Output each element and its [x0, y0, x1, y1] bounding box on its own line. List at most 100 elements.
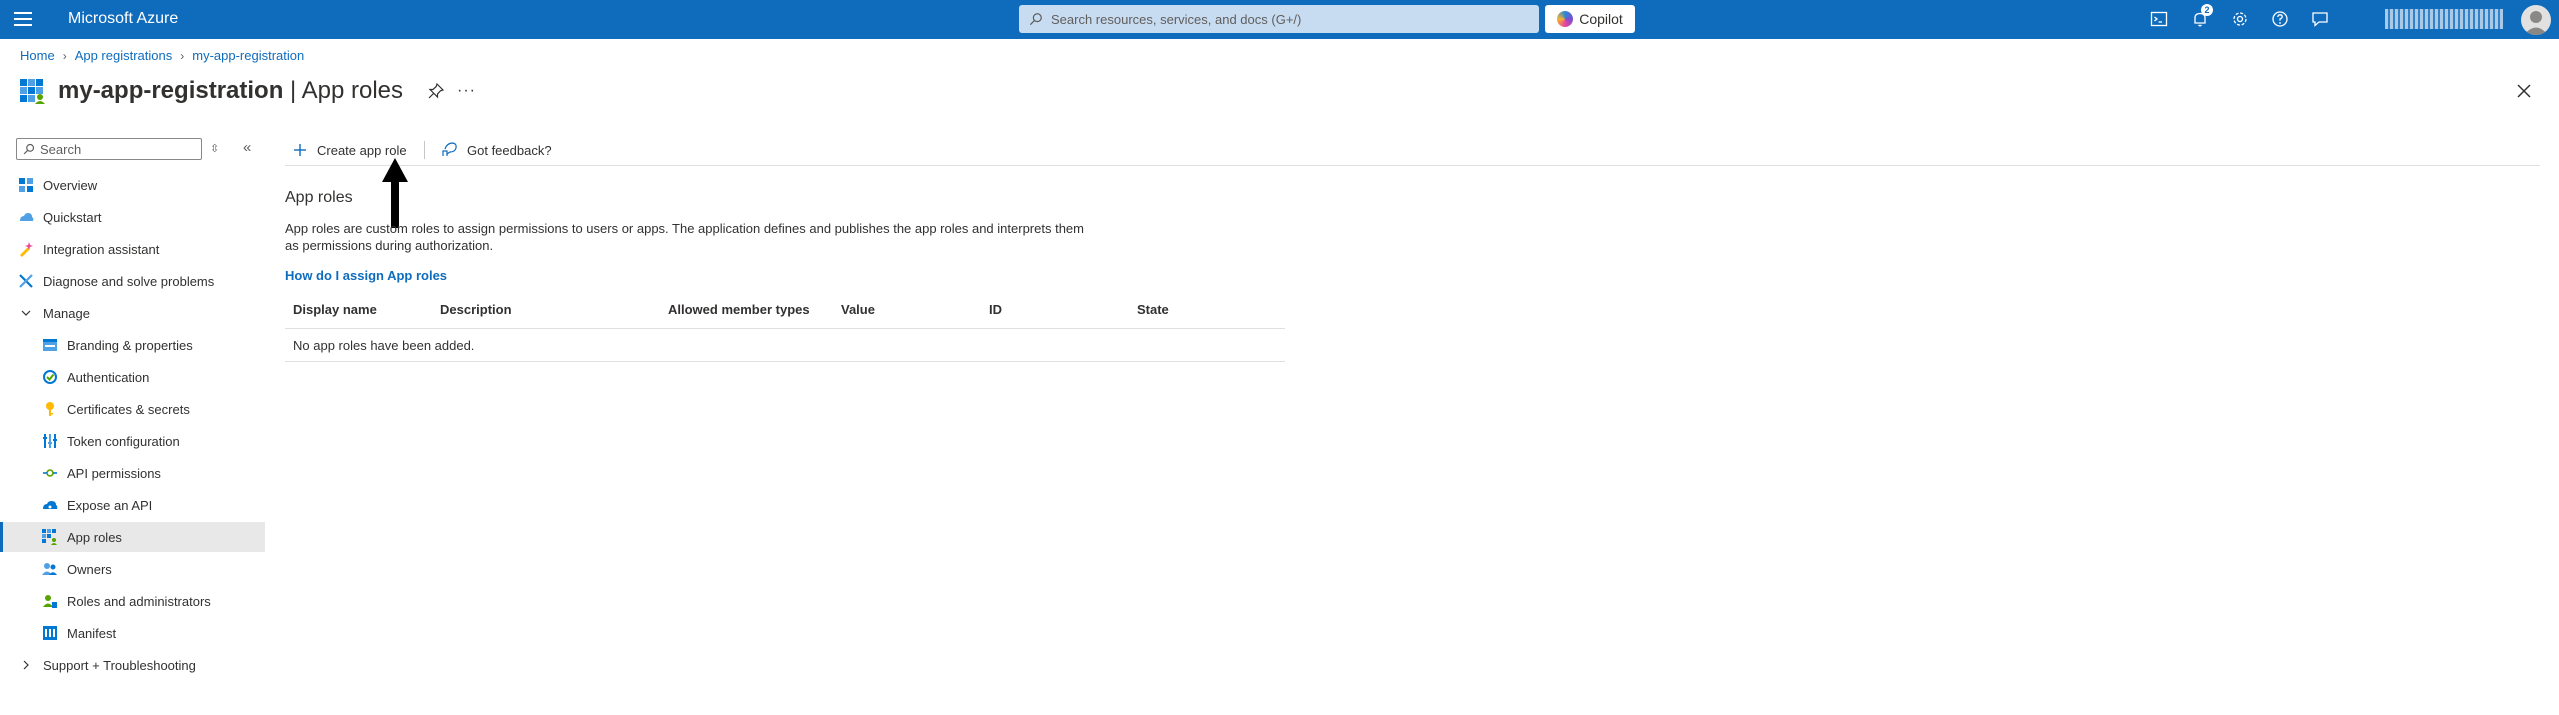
page-title: my-app-registration | App roles — [58, 77, 403, 105]
blade-name: App roles — [301, 77, 404, 104]
sidebar-item-label: Support + Troubleshooting — [43, 657, 196, 673]
column-header[interactable]: Display name — [293, 302, 377, 317]
sidebar-item-branding[interactable]: Branding & properties — [0, 330, 265, 360]
sidebar-item-integration-assistant[interactable]: Integration assistant — [0, 234, 265, 264]
sidebar-item-label: Authentication — [67, 369, 150, 385]
column-header[interactable]: ID — [989, 302, 1002, 317]
copilot-label: Copilot — [1579, 11, 1623, 27]
help-link[interactable]: How do I assign App roles — [285, 268, 447, 283]
search-icon — [23, 143, 35, 155]
add-icon — [291, 141, 309, 159]
owners-icon — [42, 561, 58, 577]
close-icon[interactable] — [2513, 80, 2535, 102]
sidebar-item-quickstart[interactable]: Quickstart — [0, 202, 265, 232]
sidebar-item-label: API permissions — [67, 465, 161, 481]
sidebar-item-label: Overview — [43, 177, 98, 193]
app-roles-icon — [42, 529, 58, 545]
hamburger-menu-icon[interactable] — [14, 8, 36, 30]
avatar[interactable] — [2521, 5, 2551, 35]
arrow-up-icon — [382, 158, 408, 228]
chevron-down-icon — [18, 307, 34, 319]
chevron-right-icon: › — [180, 48, 185, 63]
authentication-icon — [42, 369, 58, 385]
integration-assistant-icon — [18, 241, 34, 257]
sidebar-item-label: Owners — [67, 561, 112, 577]
sidebar-item-owners[interactable]: Owners — [0, 554, 265, 584]
page-header: my-app-registration | App roles ··· — [20, 74, 476, 108]
sidebar-item-api-permissions[interactable]: API permissions — [0, 458, 265, 488]
sidebar-item-label: Quickstart — [43, 209, 102, 225]
sidebar-item-roles-administrators[interactable]: Roles and administrators — [0, 586, 265, 616]
empty-table-row: No app roles have been added. — [285, 328, 1285, 362]
section-title: App roles — [285, 189, 353, 206]
app-roles-table: Display name Description Allowed member … — [285, 302, 1285, 362]
menu-search[interactable] — [16, 138, 202, 160]
column-header[interactable]: State — [1137, 302, 1169, 317]
copilot-button[interactable]: Copilot — [1545, 5, 1635, 33]
brand-title[interactable]: Microsoft Azure — [68, 10, 178, 28]
sort-icon[interactable]: ⇳ — [210, 142, 219, 155]
breadcrumb-app-registrations[interactable]: App registrations — [75, 48, 173, 63]
feedback-label: Got feedback? — [467, 142, 552, 158]
pin-icon[interactable] — [427, 82, 445, 100]
sidebar-item-overview[interactable]: Overview — [0, 170, 265, 200]
feedback-button[interactable]: Got feedback? — [441, 138, 552, 162]
cloud-shell-icon[interactable] — [2148, 8, 2170, 30]
title-separator: | — [283, 77, 302, 104]
search-icon — [1029, 13, 1042, 26]
more-options-icon[interactable]: ··· — [457, 82, 476, 100]
branding-icon — [42, 337, 58, 353]
settings-icon[interactable] — [2229, 8, 2251, 30]
column-header[interactable]: Allowed member types — [668, 302, 810, 317]
notifications-badge: 2 — [2201, 4, 2213, 16]
quickstart-icon — [18, 209, 34, 225]
app-name: my-app-registration — [58, 77, 284, 104]
feedback-icon[interactable] — [2309, 8, 2331, 30]
sidebar-item-expose-api[interactable]: Expose an API — [0, 490, 265, 520]
collapse-menu-icon[interactable]: « — [243, 139, 251, 156]
sidebar-item-token-configuration[interactable]: Token configuration — [0, 426, 265, 456]
token-icon — [42, 433, 58, 449]
help-icon[interactable] — [2269, 8, 2291, 30]
account-info[interactable] — [2385, 6, 2505, 32]
roles-icon — [42, 593, 58, 609]
resource-menu: ⇳ « Overview Quickstart Integration assi… — [0, 134, 265, 694]
sidebar-group-manage[interactable]: Manage — [0, 298, 265, 328]
global-search[interactable] — [1019, 5, 1539, 33]
sidebar-item-label: Integration assistant — [43, 241, 160, 257]
notifications-icon[interactable]: 2 — [2189, 4, 2213, 30]
chevron-right-icon — [18, 659, 34, 671]
sidebar-item-label: Branding & properties — [67, 337, 193, 353]
diagnose-icon — [18, 273, 34, 289]
sidebar-group-support[interactable]: Support + Troubleshooting — [0, 650, 265, 680]
column-header[interactable]: Description — [440, 302, 512, 317]
manifest-icon — [42, 625, 58, 641]
table-header: Display name Description Allowed member … — [285, 302, 1285, 322]
sidebar-item-label: Manage — [43, 305, 90, 321]
overview-icon — [18, 177, 34, 193]
sidebar-item-diagnose[interactable]: Diagnose and solve problems — [0, 266, 265, 296]
sidebar-item-label: Expose an API — [67, 497, 153, 513]
top-bar: Microsoft Azure Copilot 2 — [0, 0, 2559, 39]
key-icon — [42, 401, 58, 417]
breadcrumb: Home › App registrations › my-app-regist… — [20, 48, 304, 63]
column-header[interactable]: Value — [841, 302, 875, 317]
sidebar-item-label: Certificates & secrets — [67, 401, 190, 417]
sidebar-item-label: Diagnose and solve problems — [43, 273, 215, 289]
sidebar-item-label: App roles — [67, 529, 122, 545]
command-separator — [424, 141, 425, 159]
breadcrumb-home[interactable]: Home — [20, 48, 55, 63]
sidebar-item-certificates[interactable]: Certificates & secrets — [0, 394, 265, 424]
chevron-right-icon: › — [62, 48, 67, 63]
section-description: App roles are custom roles to assign per… — [285, 221, 1084, 253]
redacted-account-text — [2385, 9, 2503, 29]
sidebar-item-manifest[interactable]: Manifest — [0, 618, 265, 648]
sidebar-item-label: Token configuration — [67, 433, 180, 449]
feedback-icon — [441, 141, 459, 159]
sidebar-item-authentication[interactable]: Authentication — [0, 362, 265, 392]
menu-search-input[interactable] — [40, 141, 200, 157]
sidebar-item-app-roles[interactable]: App roles — [0, 522, 265, 552]
global-search-input[interactable] — [1051, 11, 1531, 27]
breadcrumb-app[interactable]: my-app-registration — [192, 48, 304, 63]
expose-api-icon — [42, 497, 58, 513]
